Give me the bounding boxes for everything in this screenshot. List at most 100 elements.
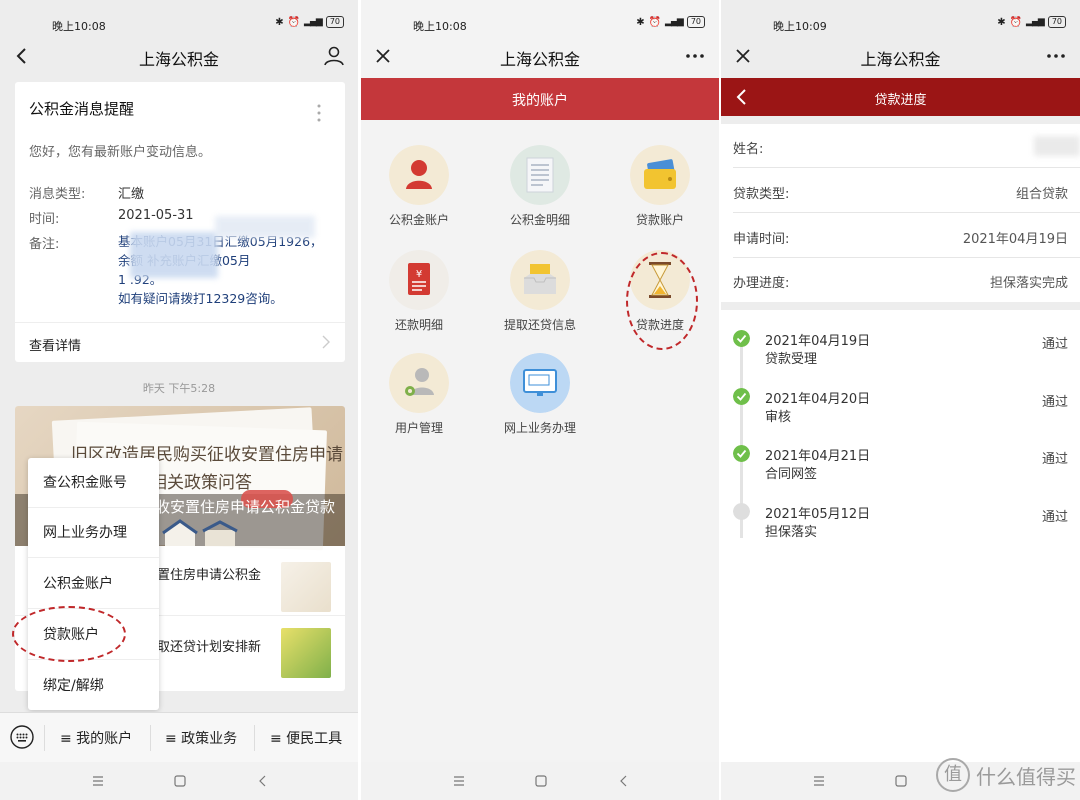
page-title: 上海公积金: [860, 50, 941, 69]
battery-icon: 70: [1047, 16, 1066, 28]
chat-timestamp: 昨天 下午5:28: [142, 382, 216, 395]
bluetooth-icon: ✱: [275, 16, 284, 28]
view-detail-link[interactable]: 查看详情: [29, 335, 81, 354]
message-remark-row: 备注:: [29, 233, 59, 252]
privacy-blur: [215, 216, 315, 238]
message-card: 公积金消息提醒 您好，您有最新账户变动信息。 消息类型: 汇缴 时间: 2021…: [15, 82, 345, 362]
more-horizontal-icon[interactable]: [683, 44, 707, 68]
document-list-icon: [510, 145, 570, 205]
check-circle-icon: [733, 330, 750, 347]
person-icon: [389, 145, 449, 205]
phone-screen-my-account: 晚上10:08 ✱ ⏰ ▂▄▆ 70 上海公积金 我的账户 公积金账户 公积金明…: [361, 0, 719, 800]
svg-text:¥: ¥: [416, 269, 422, 280]
signal-icon: ▂▄▆: [304, 17, 323, 27]
grid-item-online-business[interactable]: 网上业务办理: [480, 353, 600, 453]
inbox-icon: [510, 250, 570, 310]
check-circle-icon: [733, 445, 750, 462]
back-nav-icon[interactable]: [255, 773, 271, 789]
section-header: 我的账户: [361, 78, 719, 120]
more-horizontal-icon[interactable]: [1044, 44, 1068, 68]
title-bar: 上海公积金: [0, 40, 358, 74]
home-nav-icon[interactable]: [533, 773, 549, 789]
grid-item-user-management[interactable]: 用户管理: [361, 353, 479, 453]
info-row-name: 姓名:: [733, 124, 1080, 168]
watermark-text: 什么值得买: [976, 764, 1076, 789]
status-bar: 晚上10:08 ✱ ⏰ ▂▄▆ 70: [0, 0, 358, 44]
progress-timeline: 2021年04月19日 贷款受理 通过 2021年04月20日 审核 通过 20…: [721, 310, 1080, 762]
banner-caption: 收安置住房申请公积金贷款: [155, 498, 336, 516]
annotation-circle: [12, 606, 126, 662]
grid-item-fund-account[interactable]: 公积金账户: [361, 145, 479, 245]
home-nav-icon[interactable]: [172, 773, 188, 789]
more-vertical-icon[interactable]: [317, 104, 321, 122]
loan-info-list: 姓名: 贷款类型: 组合贷款 申请时间: 2021年04月19日 办理进度: 担…: [721, 124, 1080, 302]
grid-item-repayment-detail[interactable]: ¥ 还款明细: [361, 250, 479, 350]
menu-item-fund-account[interactable]: 公积金账户: [28, 559, 159, 609]
profile-icon[interactable]: [322, 44, 346, 68]
menu-convenience-tools[interactable]: ≡ 便民工具: [270, 728, 342, 748]
section-header: 贷款进度: [721, 78, 1080, 116]
timeline-step: 2021年04月21日 合同网签 通过: [721, 425, 1080, 482]
timeline-step: 2021年05月12日 担保落实 通过: [721, 483, 1080, 540]
menu-nav-icon[interactable]: [811, 773, 827, 789]
privacy-blur: [1034, 136, 1080, 156]
alarm-icon: ⏰: [287, 16, 301, 28]
pending-circle-icon: [733, 503, 750, 520]
system-nav-bar: [361, 762, 719, 800]
message-greeting: 您好，您有最新账户变动信息。: [29, 145, 212, 160]
signal-icon: ▂▄▆: [665, 17, 684, 27]
annotation-circle: [626, 252, 698, 350]
message-type-row: 消息类型: 汇缴: [29, 183, 144, 202]
news-thumbnail: [281, 562, 331, 612]
grid-item-label: 还款明细: [394, 318, 443, 332]
bottom-menu-bar: ≡ 我的账户 ≡ 政策业务 ≡ 便民工具: [0, 712, 358, 762]
grid-item-fund-detail[interactable]: 公积金明细: [480, 145, 600, 245]
menu-nav-icon[interactable]: [90, 773, 106, 789]
message-remark-label: 备注:: [29, 237, 60, 252]
grid-item-loan-account[interactable]: 贷款账户: [600, 145, 719, 245]
message-time-value: 2021-05-31: [118, 208, 194, 223]
section-title: 贷款进度: [874, 93, 927, 108]
grid-item-withdraw-info[interactable]: 提取还贷信息: [480, 250, 600, 350]
grid-item-label: 贷款账户: [635, 213, 684, 227]
timeline-step: 2021年04月20日 审核 通过: [721, 368, 1080, 425]
menu-item-online-business[interactable]: 网上业务办理: [28, 508, 159, 558]
message-time-row: 时间: 2021-05-31: [29, 208, 194, 227]
phone-screen-loan-progress: 晚上10:09 ✱ ⏰ ▂▄▆ 70 上海公积金 贷款进度 姓名: 贷款类型: …: [721, 0, 1080, 800]
status-bar: 晚上10:09 ✱ ⏰ ▂▄▆ 70: [721, 0, 1080, 44]
battery-icon: 70: [686, 16, 705, 28]
grid-item-label: 网上业务办理: [503, 421, 576, 435]
watermark: 值 什么值得买: [936, 758, 1076, 792]
status-time: 晚上10:08: [413, 20, 467, 33]
grid-item-label: 公积金明细: [509, 213, 570, 227]
menu-nav-icon[interactable]: [451, 773, 467, 789]
back-nav-icon[interactable]: [616, 773, 632, 789]
menu-my-account[interactable]: ≡ 我的账户: [60, 728, 132, 748]
page-title: 上海公积金: [499, 50, 580, 69]
message-time-label: 时间:: [29, 212, 60, 227]
alarm-icon: ⏰: [648, 16, 662, 28]
alarm-icon: ⏰: [1009, 16, 1023, 28]
grid-item-label: 提取还贷信息: [503, 318, 576, 332]
status-bar: 晚上10:08 ✱ ⏰ ▂▄▆ 70: [361, 0, 719, 44]
menu-item-bind-unbind[interactable]: 绑定/解绑: [28, 661, 159, 711]
menu-policy-business[interactable]: ≡ 政策业务: [165, 728, 237, 748]
privacy-blur: [130, 232, 218, 278]
status-time: 晚上10:08: [52, 20, 106, 33]
system-nav-bar: [0, 762, 358, 800]
news-item-title: 置住房申请公积金: [157, 568, 262, 583]
home-nav-icon[interactable]: [893, 773, 909, 789]
message-type-value: 汇缴: [118, 187, 145, 202]
info-row-apply-time: 申请时间: 2021年04月19日: [733, 214, 1080, 258]
status-time: 晚上10:09: [773, 20, 827, 33]
title-bar: 上海公积金: [721, 40, 1080, 74]
smzdm-logo-icon: 值: [936, 758, 970, 792]
grid-item-label: 用户管理: [394, 421, 443, 435]
keyboard-icon[interactable]: [10, 725, 34, 749]
menu-item-query-account[interactable]: 查公积金账号: [28, 458, 159, 508]
monitor-icon: [510, 353, 570, 413]
check-circle-icon: [733, 388, 750, 405]
receipt-icon: ¥: [389, 250, 449, 310]
message-card-title: 公积金消息提醒: [29, 100, 135, 118]
phone-screen-wechat-account: 晚上10:08 ✱ ⏰ ▂▄▆ 70 上海公积金 公积金消息提醒 您好，您有最新…: [0, 0, 358, 800]
